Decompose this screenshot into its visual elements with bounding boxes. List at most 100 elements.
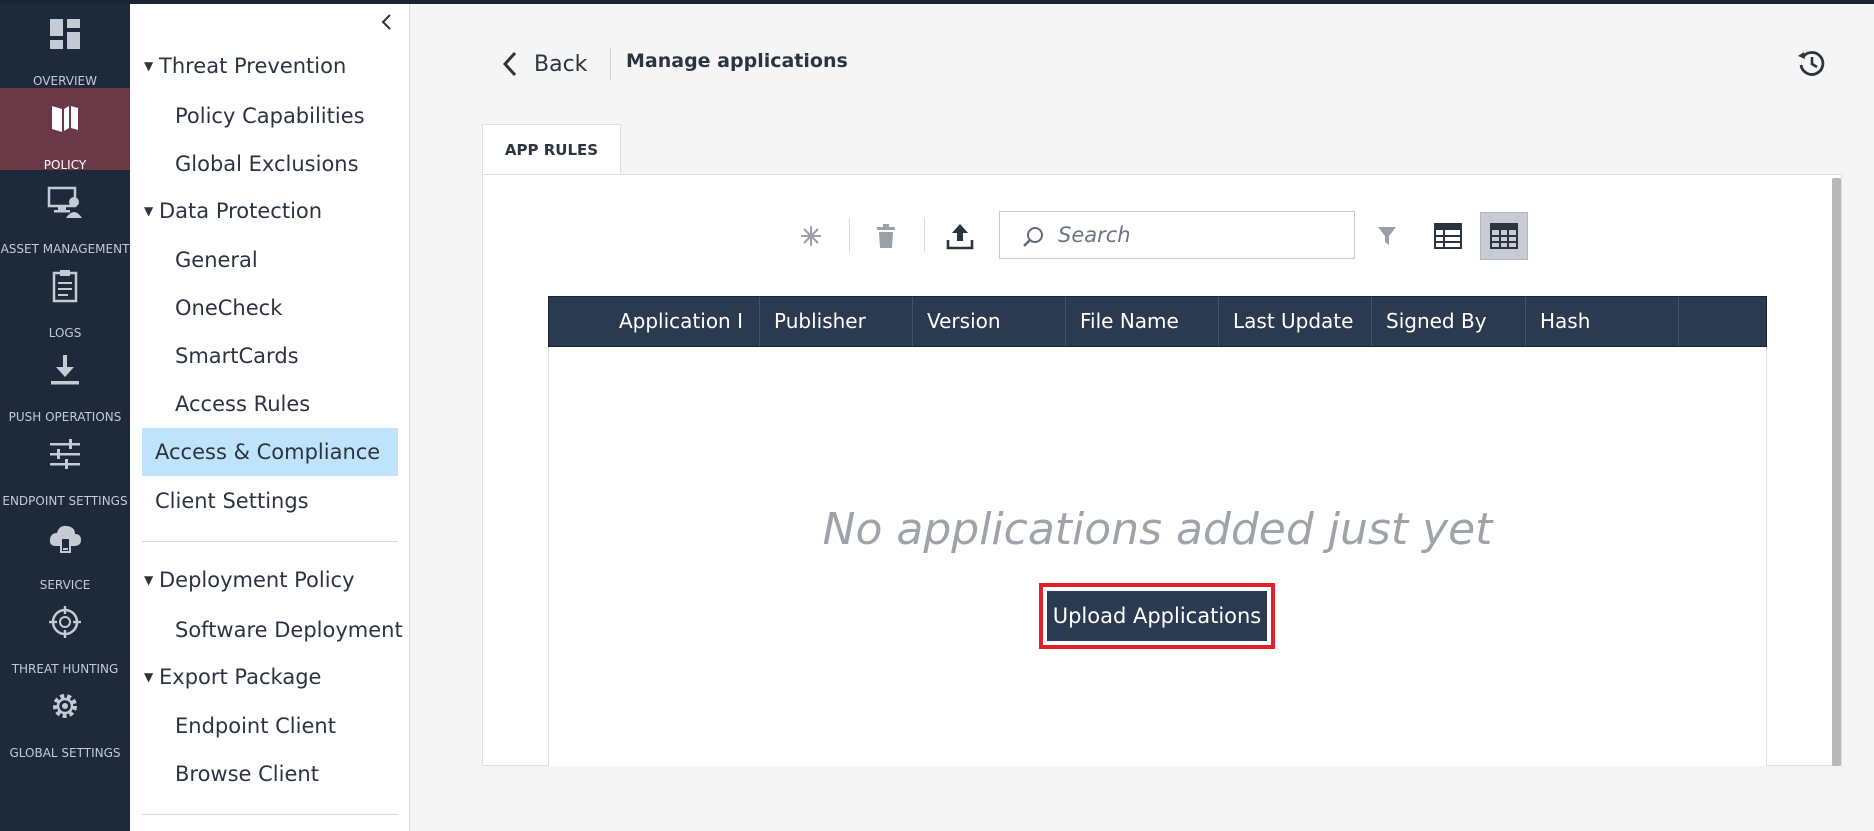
search-box[interactable] bbox=[999, 211, 1355, 259]
column-last-update[interactable]: Last Update bbox=[1219, 297, 1372, 346]
delete-icon bbox=[877, 224, 895, 248]
nav-label: SERVICE MANAGEMENT bbox=[39, 578, 91, 590]
nav-overview[interactable]: OVERVIEW bbox=[0, 4, 130, 86]
back-button[interactable]: Back bbox=[502, 44, 587, 84]
delete-button[interactable] bbox=[862, 212, 910, 260]
tree-label: Global Exclusions bbox=[175, 152, 359, 176]
new-icon bbox=[801, 226, 821, 246]
caret-down-icon: ▼ bbox=[144, 670, 154, 684]
filter-button[interactable] bbox=[1363, 212, 1411, 260]
back-label: Back bbox=[534, 51, 588, 77]
endpoint-settings-icon bbox=[50, 439, 80, 469]
logs-icon bbox=[52, 270, 78, 303]
tree-label: Policy Capabilities bbox=[175, 104, 365, 128]
threat-hunting-icon bbox=[49, 606, 81, 638]
tree-item-browse-client[interactable]: Browse Client bbox=[142, 750, 398, 798]
nav-label: ASSET MANAGEMENT bbox=[0, 242, 130, 254]
tree-label: Threat Prevention bbox=[159, 54, 347, 78]
tree-item-general[interactable]: General bbox=[142, 236, 398, 284]
nav-service-management[interactable]: SERVICE MANAGEMENT bbox=[0, 508, 130, 590]
filter-icon bbox=[1378, 227, 1396, 245]
nav-label: THREAT HUNTING bbox=[11, 662, 119, 674]
table-view-button[interactable] bbox=[1480, 212, 1528, 260]
tree-section-deployment-policy[interactable]: ▼ Deployment Policy bbox=[142, 556, 398, 604]
tree-label: Endpoint Client bbox=[175, 714, 336, 738]
nav-label: GLOBAL SETTINGS bbox=[9, 746, 121, 758]
tree-label: Access Rules bbox=[175, 392, 311, 416]
global-settings-icon bbox=[53, 694, 77, 718]
search-icon bbox=[1023, 227, 1043, 247]
tree-label: Browse Client bbox=[175, 762, 319, 786]
tree-divider bbox=[142, 541, 398, 542]
tree-section-threat-prevention[interactable]: ▼ Threat Prevention bbox=[142, 42, 398, 90]
nav-endpoint-settings[interactable]: ENDPOINT SETTINGS bbox=[0, 424, 130, 506]
tree-item-client-settings[interactable]: Client Settings bbox=[142, 477, 398, 525]
nav-global-settings[interactable]: GLOBAL SETTINGS bbox=[0, 676, 130, 758]
tree-label: Client Settings bbox=[155, 489, 309, 513]
tree-section-data-protection[interactable]: ▼ Data Protection bbox=[142, 187, 398, 235]
nav-policy[interactable]: POLICY bbox=[0, 88, 130, 170]
tab-app-rules[interactable]: APP RULES bbox=[482, 124, 621, 175]
column-signed-by[interactable]: Signed By bbox=[1372, 297, 1526, 346]
toolbar-divider bbox=[849, 218, 850, 252]
tree-item-onecheck[interactable]: OneCheck bbox=[142, 284, 398, 332]
tree-label: General bbox=[175, 248, 258, 272]
dashboard-icon bbox=[50, 19, 80, 49]
nav-asset-management[interactable]: ASSET MANAGEMENT bbox=[0, 172, 130, 254]
table-body bbox=[548, 347, 1767, 766]
nav-threat-hunting[interactable]: THREAT HUNTING bbox=[0, 592, 130, 674]
column-application-name[interactable]: Application I bbox=[549, 297, 760, 346]
tree-label: Access & Compliance bbox=[155, 440, 381, 464]
tree-item-smartcards[interactable]: SmartCards bbox=[142, 332, 398, 380]
tree-label: Data Protection bbox=[159, 199, 323, 223]
tree-label: Deployment Policy bbox=[159, 568, 355, 592]
nav-label: OVERVIEW bbox=[33, 74, 97, 86]
service-management-icon bbox=[49, 525, 81, 553]
asset-management-icon bbox=[47, 186, 82, 218]
caret-down-icon: ▼ bbox=[144, 59, 154, 73]
toolbar-divider bbox=[924, 218, 925, 252]
tree-item-software-deployment[interactable]: Software Deployment bbox=[142, 606, 403, 654]
nav-logs[interactable]: LOGS bbox=[0, 256, 130, 338]
tree-label: SmartCards bbox=[175, 344, 299, 368]
nav-push-operations[interactable]: PUSH OPERATIONS bbox=[0, 340, 130, 422]
page-title: Manage applications bbox=[626, 50, 848, 72]
main-nav-rail: OVERVIEW POLICY ASSET MANAGEMENT LOGS PU… bbox=[0, 4, 130, 831]
column-hash[interactable]: Hash bbox=[1526, 297, 1679, 346]
tree-label: OneCheck bbox=[175, 296, 283, 320]
chevron-left-icon bbox=[502, 51, 517, 77]
tree-item-endpoint-client[interactable]: Endpoint Client bbox=[142, 702, 398, 750]
tree-item-policy-capabilities[interactable]: Policy Capabilities bbox=[142, 92, 398, 140]
tree-item-access-rules[interactable]: Access Rules bbox=[142, 380, 398, 428]
push-operations-icon bbox=[51, 355, 79, 385]
upload-toolbar-button[interactable] bbox=[936, 212, 984, 260]
tree-item-global-exclusions[interactable]: Global Exclusions bbox=[142, 140, 398, 188]
history-icon[interactable] bbox=[1796, 48, 1826, 78]
table-header: Application I Publisher Version File Nam… bbox=[548, 296, 1767, 347]
tree-label: Software Deployment bbox=[175, 618, 403, 642]
caret-down-icon: ▼ bbox=[144, 204, 154, 218]
nav-label: POLICY bbox=[43, 158, 87, 170]
new-rule-button[interactable] bbox=[787, 212, 835, 260]
tree-item-access-compliance[interactable]: Access & Compliance bbox=[142, 428, 398, 476]
tree-label: Export Package bbox=[159, 665, 322, 689]
scrollbar[interactable] bbox=[1832, 178, 1841, 766]
search-input[interactable] bbox=[1058, 220, 1338, 250]
tree-section-export-package[interactable]: ▼ Export Package bbox=[142, 653, 398, 701]
column-file-name[interactable]: File Name bbox=[1066, 297, 1219, 346]
breadcrumb-divider bbox=[610, 48, 611, 80]
upload-applications-button[interactable]: Upload Applications bbox=[1047, 591, 1267, 641]
column-version[interactable]: Version bbox=[913, 297, 1066, 346]
column-publisher[interactable]: Publisher bbox=[760, 297, 913, 346]
upload-icon bbox=[946, 224, 974, 250]
nav-label: ENDPOINT SETTINGS bbox=[2, 494, 128, 506]
empty-state-message: No applications added just yet bbox=[822, 504, 1493, 555]
compact-view-icon bbox=[1434, 223, 1462, 249]
tree-divider bbox=[142, 814, 398, 815]
nav-label: PUSH OPERATIONS bbox=[8, 410, 122, 422]
collapse-panel-icon[interactable] bbox=[375, 10, 399, 34]
caret-down-icon: ▼ bbox=[144, 573, 154, 587]
table-view-icon bbox=[1490, 223, 1518, 249]
compact-view-button[interactable] bbox=[1424, 212, 1472, 260]
policy-icon bbox=[52, 106, 78, 132]
